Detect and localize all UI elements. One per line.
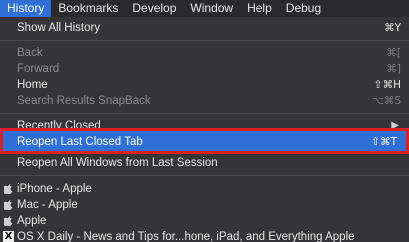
menu-debug[interactable]: Debug xyxy=(279,0,328,17)
history-item-label: Mac - Apple xyxy=(17,199,78,211)
back-item[interactable]: Back ⌘[ xyxy=(0,45,409,61)
history-item-label: OS X Daily - News and Tips for...hone, i… xyxy=(17,231,355,242)
home-item[interactable]: Home ⇧⌘H xyxy=(0,77,409,93)
reopen-all-windows-item[interactable]: Reopen All Windows from Last Session xyxy=(0,155,409,171)
separator xyxy=(0,113,409,114)
menu-history[interactable]: History xyxy=(0,0,52,17)
menu-help[interactable]: Help xyxy=(240,0,279,17)
history-item-label: Apple xyxy=(17,215,47,227)
menu-bar: History Bookmarks Develop Window Help De… xyxy=(0,0,409,17)
history-item[interactable]: Apple xyxy=(0,213,409,229)
screen: History Bookmarks Develop Window Help De… xyxy=(0,0,409,242)
history-item[interactable]: Mac - Apple xyxy=(0,197,409,213)
home-label: Home xyxy=(17,79,48,91)
history-item-label: iPhone - Apple xyxy=(17,183,92,195)
reopen-all-windows-label: Reopen All Windows from Last Session xyxy=(17,157,218,169)
separator xyxy=(0,175,409,176)
forward-shortcut: ⌘] xyxy=(386,63,401,75)
history-dropdown: Show All History ⌘Y Back ⌘[ Forward ⌘] H… xyxy=(0,17,409,242)
reopen-last-closed-tab-shortcut: ⇧⌘T xyxy=(371,136,397,148)
search-results-snapback-shortcut: ⌥⌘S xyxy=(371,95,401,107)
apple-icon xyxy=(4,216,13,226)
history-item[interactable]: X OS X Daily - News and Tips for...hone,… xyxy=(0,229,409,242)
home-shortcut: ⇧⌘H xyxy=(373,79,401,91)
menu-window[interactable]: Window xyxy=(183,0,240,17)
back-shortcut: ⌘[ xyxy=(386,47,401,59)
show-all-history-shortcut: ⌘Y xyxy=(384,22,401,34)
reopen-last-closed-tab-label: Reopen Last Closed Tab xyxy=(17,136,143,148)
reopen-last-closed-tab-item[interactable]: Reopen Last Closed Tab ⇧⌘T xyxy=(0,128,409,154)
history-item[interactable]: iPhone - Apple xyxy=(0,181,409,197)
show-all-history-item[interactable]: Show All History ⌘Y xyxy=(0,20,409,36)
apple-icon xyxy=(4,200,13,210)
show-all-history-label: Show All History xyxy=(17,22,101,34)
back-label: Back xyxy=(17,47,43,59)
menu-bookmarks[interactable]: Bookmarks xyxy=(51,0,125,17)
apple-icon xyxy=(4,184,13,194)
search-results-snapback-label: Search Results SnapBack xyxy=(17,95,151,107)
forward-item[interactable]: Forward ⌘] xyxy=(0,61,409,77)
osxdaily-icon: X xyxy=(3,231,14,242)
search-results-snapback-item[interactable]: Search Results SnapBack ⌥⌘S xyxy=(0,93,409,109)
menu-develop[interactable]: Develop xyxy=(125,0,183,17)
separator xyxy=(0,40,409,41)
forward-label: Forward xyxy=(17,63,60,75)
